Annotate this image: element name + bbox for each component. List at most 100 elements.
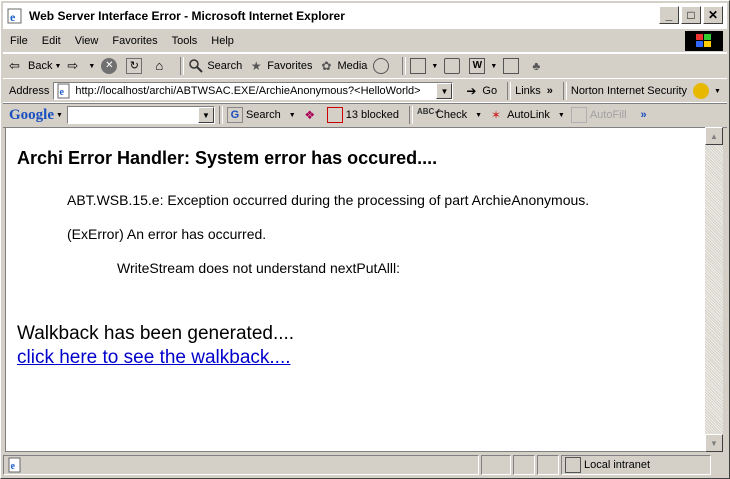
messenger-button[interactable]: ♣ xyxy=(528,58,547,74)
norton-label: Norton Internet Security xyxy=(570,85,688,97)
mail-button[interactable]: ▼ xyxy=(410,58,438,74)
menu-edit[interactable]: Edit xyxy=(35,35,68,47)
autofill-label: AutoFill xyxy=(589,109,627,121)
address-dropdown-icon[interactable]: ▼ xyxy=(436,83,453,99)
print-button[interactable] xyxy=(444,58,463,74)
chevron-right-icon[interactable]: » xyxy=(547,85,553,97)
refresh-icon: ↻ xyxy=(126,58,143,74)
favorites-button[interactable]: ★ Favorites xyxy=(248,58,313,74)
mail-dropdown-icon[interactable]: ▼ xyxy=(431,63,438,70)
error-heading: Archi Error Handler: System error has oc… xyxy=(17,148,438,168)
google-g-icon: G xyxy=(226,107,243,123)
address-bar: Address e http://localhost/archi/ABTWSAC… xyxy=(3,78,727,104)
close-button[interactable]: ✕ xyxy=(703,6,723,24)
discuss-button[interactable] xyxy=(503,58,522,74)
page-content: Archi Error Handler: System error has oc… xyxy=(5,127,705,452)
security-zone-panel: Local intranet xyxy=(561,455,711,475)
google-search-input[interactable]: ▼ xyxy=(66,106,215,124)
status-panel-progress xyxy=(481,455,511,475)
print-icon xyxy=(444,58,461,74)
refresh-button[interactable]: ↻ xyxy=(126,58,145,74)
status-text-panel: e xyxy=(3,455,479,475)
maximize-button[interactable]: □ xyxy=(681,6,701,24)
status-bar: e Local intranet xyxy=(3,453,727,477)
scroll-up-button[interactable]: ▲ xyxy=(705,127,723,145)
toolbar-separator xyxy=(402,57,407,75)
media-label: Media xyxy=(337,60,368,72)
stop-icon: ✕ xyxy=(101,58,118,74)
svg-text:e: e xyxy=(60,87,65,98)
autofill-button[interactable]: AutoFill xyxy=(570,107,627,123)
edit-dropdown-icon[interactable]: ▼ xyxy=(490,63,497,70)
check-label: Check xyxy=(435,109,468,121)
google-search-button[interactable]: G Search ▼ xyxy=(226,107,296,123)
close-icon: ✕ xyxy=(707,8,719,22)
local-intranet-icon xyxy=(565,457,581,473)
ie-logo-icon: e xyxy=(7,8,23,24)
walkback-link[interactable]: click here to see the walkback.... xyxy=(17,347,291,369)
menu-help[interactable]: Help xyxy=(204,35,241,47)
menu-tools[interactable]: Tools xyxy=(165,35,205,47)
media-button[interactable]: ✿ Media xyxy=(318,58,367,74)
address-input[interactable]: e http://localhost/archi/ABTWSAC.EXE/Arc… xyxy=(53,82,454,100)
check-dropdown-icon[interactable]: ▼ xyxy=(475,112,482,119)
messenger-icon: ♣ xyxy=(532,59,541,73)
back-button[interactable]: ⇦ Back ▼ xyxy=(9,58,61,74)
scroll-down-icon: ▼ xyxy=(710,438,718,448)
page-icon: e xyxy=(56,83,72,99)
vertical-scrollbar[interactable]: ▲ ▼ xyxy=(705,127,723,452)
search-label: Search xyxy=(207,60,243,72)
status-panel-lock xyxy=(513,455,535,475)
minimize-button[interactable]: _ xyxy=(659,6,679,24)
svg-text:e: e xyxy=(10,10,16,24)
forward-button[interactable]: ⇨ ▼ xyxy=(67,58,95,74)
toolbar-separator xyxy=(562,82,567,100)
toolbar-separator xyxy=(507,82,512,100)
links-button[interactable]: Links » xyxy=(515,85,553,97)
go-button[interactable]: ➔ Go xyxy=(463,83,497,99)
chevron-right-icon[interactable]: » xyxy=(641,109,647,121)
title-bar[interactable]: e Web Server Interface Error - Microsoft… xyxy=(3,3,727,29)
scroll-up-icon: ▲ xyxy=(710,131,718,141)
minimize-icon: _ xyxy=(665,8,673,22)
back-label: Back xyxy=(28,60,53,72)
scroll-down-button[interactable]: ▼ xyxy=(705,434,723,452)
menu-view[interactable]: View xyxy=(68,35,106,47)
word-icon: W xyxy=(469,58,486,74)
media-icon: ✿ xyxy=(321,59,332,73)
autolink-button[interactable]: ✶ AutoLink ▼ xyxy=(488,107,565,123)
google-menu-dropdown-icon[interactable]: ▼ xyxy=(56,112,63,119)
norton-button[interactable]: Norton Internet Security ▼ xyxy=(571,83,721,99)
exception-message: ABT.WSB.15.e: Exception occurred during … xyxy=(67,192,590,208)
popup-blocker-icon xyxy=(326,107,343,123)
forward-dropdown-icon[interactable]: ▼ xyxy=(88,63,95,70)
stop-button[interactable]: ✕ xyxy=(101,58,120,74)
toolbar-separator xyxy=(180,57,185,75)
window-title: Web Server Interface Error - Microsoft I… xyxy=(29,9,345,23)
home-icon: ⌂ xyxy=(155,58,164,73)
spell-check-button[interactable]: ABC✓ Check ▼ xyxy=(417,107,482,123)
norton-globe-icon xyxy=(693,83,710,99)
menu-bar: File Edit View Favorites Tools Help xyxy=(3,30,727,53)
menu-file[interactable]: File xyxy=(3,35,35,47)
home-button[interactable]: ⌂ xyxy=(151,58,170,74)
history-button[interactable] xyxy=(373,58,392,74)
edit-word-button[interactable]: W ▼ xyxy=(469,58,497,74)
norton-dropdown-icon[interactable]: ▼ xyxy=(714,88,721,95)
google-logo[interactable]: Google xyxy=(9,107,54,124)
menu-favorites[interactable]: Favorites xyxy=(105,35,164,47)
mail-icon xyxy=(410,58,427,74)
search-button[interactable]: Search xyxy=(188,58,242,74)
spell-check-icon: ABC✓ xyxy=(416,107,441,116)
maximize-icon: □ xyxy=(687,8,695,22)
security-zone-label: Local intranet xyxy=(584,459,651,471)
back-dropdown-icon[interactable]: ▼ xyxy=(54,63,61,70)
google-search-dropdown-icon[interactable]: ▼ xyxy=(197,107,214,123)
favorites-label: Favorites xyxy=(267,60,313,72)
pagerank-button[interactable]: ❖ xyxy=(302,107,321,123)
popup-blocker-button[interactable]: 13 blocked xyxy=(326,107,399,123)
google-search-options-icon[interactable]: ▼ xyxy=(289,112,296,119)
ie-window: e Web Server Interface Error - Microsoft… xyxy=(0,0,730,479)
autolink-dropdown-icon[interactable]: ▼ xyxy=(558,112,565,119)
favorites-icon: ★ xyxy=(250,59,262,73)
